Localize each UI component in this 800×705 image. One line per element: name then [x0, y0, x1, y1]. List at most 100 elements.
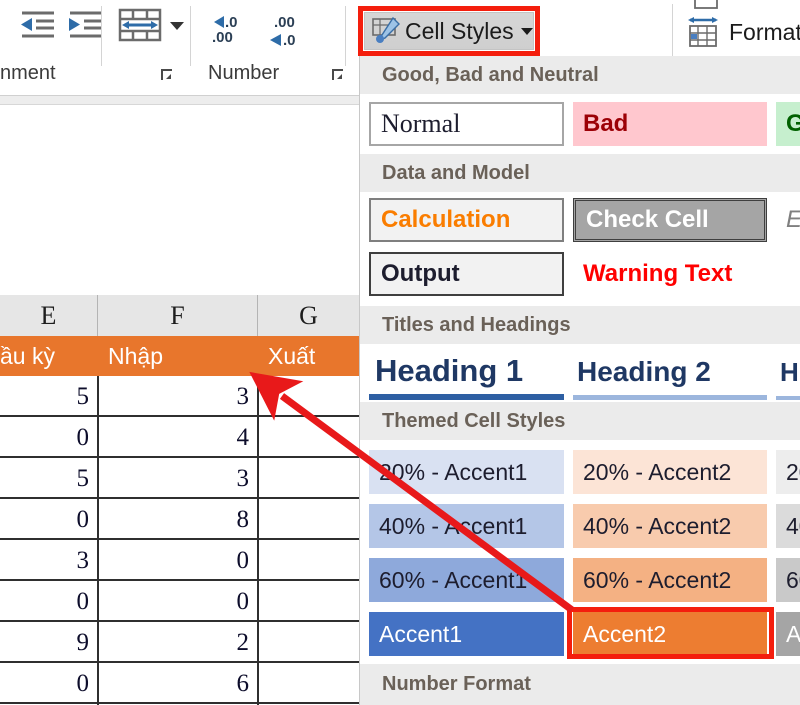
cell-styles-button[interactable]: Cell Styles	[364, 12, 534, 50]
style-label: Calculation	[381, 206, 511, 233]
style-cell-heading-3[interactable]: H	[776, 348, 800, 400]
cell-g[interactable]	[258, 622, 359, 663]
decrease-indent-icon[interactable]	[14, 6, 60, 46]
table-header-nhap[interactable]: Nhập	[98, 336, 258, 376]
style-label: 40	[786, 512, 800, 539]
style-label: 40% - Accent2	[583, 512, 732, 539]
style-cell-40-accent2[interactable]: 40% - Accent2	[573, 504, 767, 548]
dialog-launcher-icon-number[interactable]	[331, 68, 345, 82]
style-cell-heading-1[interactable]: Heading 1	[369, 348, 564, 400]
table-row[interactable]: 9 2	[0, 622, 359, 663]
style-cell-20-accent2[interactable]: 20% - Accent2	[573, 450, 767, 494]
table-row[interactable]: 0 8	[0, 499, 359, 540]
cell-g[interactable]	[258, 581, 359, 622]
cell-g[interactable]	[258, 540, 359, 581]
dialog-launcher-icon[interactable]	[160, 68, 174, 82]
style-cell-60-accent1[interactable]: 60% - Accent1	[369, 558, 564, 602]
format-icon	[686, 14, 722, 50]
cell-g[interactable]	[258, 499, 359, 540]
cell-f[interactable]: 3	[98, 458, 258, 499]
table-header-xuat[interactable]: Xuất	[258, 336, 359, 376]
style-label: Accent1	[379, 620, 463, 647]
style-label: 60% - Accent2	[583, 566, 732, 593]
svg-text:.00: .00	[212, 29, 233, 46]
style-cell-40-accent3[interactable]: 40	[776, 504, 800, 548]
cell-e[interactable]: 9	[0, 622, 98, 663]
section-header-titles-and-headings: Titles and Headings	[360, 306, 800, 344]
style-cell-heading-2[interactable]: Heading 2	[573, 348, 767, 400]
style-cell-linked-cell[interactable]	[776, 252, 800, 296]
cell-g[interactable]	[258, 376, 359, 417]
style-cell-20-accent1[interactable]: 20% - Accent1	[369, 450, 564, 494]
column-header-g[interactable]: G	[258, 295, 359, 336]
spreadsheet-area: E F G ầu kỳ Nhập Xuất 5 3 0 4 5 3 0 8 3 …	[0, 96, 359, 705]
svg-text:.00: .00	[274, 14, 295, 31]
style-label: 60	[786, 566, 800, 593]
style-cell-accent1[interactable]: Accent1	[369, 612, 564, 656]
increase-decimal-icon[interactable]: .00 .0	[266, 8, 322, 57]
decrease-decimal-icon[interactable]: .0 .00	[208, 8, 260, 57]
section-title: Good, Bad and Neutral	[382, 63, 599, 86]
cell-e[interactable]: 0	[0, 663, 98, 704]
cell-g[interactable]	[258, 417, 359, 458]
column-header-e[interactable]: E	[0, 295, 98, 336]
style-cell-good[interactable]: G	[776, 102, 800, 146]
cell-e[interactable]: 0	[0, 499, 98, 540]
cell-e[interactable]: 5	[0, 376, 98, 417]
group-label-alignment: nment	[0, 62, 56, 84]
cell-g[interactable]	[258, 663, 359, 704]
style-cell-output[interactable]: Output	[369, 252, 564, 296]
cell-f[interactable]: 3	[98, 376, 258, 417]
chevron-down-icon[interactable]	[170, 22, 184, 30]
cell-e[interactable]: 0	[0, 581, 98, 622]
table-row[interactable]: 3 0	[0, 540, 359, 581]
style-label: H	[780, 356, 799, 387]
sheet-top-band	[0, 96, 359, 105]
table-row[interactable]: 0 0	[0, 581, 359, 622]
style-cell-accent3[interactable]: A	[776, 612, 800, 656]
style-cell-40-accent1[interactable]: 40% - Accent1	[369, 504, 564, 548]
cell-f[interactable]: 4	[98, 417, 258, 458]
cell-f[interactable]: 0	[98, 581, 258, 622]
style-cell-explanatory-text[interactable]: Ex	[776, 198, 800, 242]
table-row[interactable]: 5 3	[0, 458, 359, 499]
cell-g[interactable]	[258, 458, 359, 499]
style-cell-check-cell[interactable]: Check Cell	[573, 198, 767, 242]
style-cell-bad[interactable]: Bad	[573, 102, 767, 146]
style-cell-warning-text[interactable]: Warning Text	[573, 252, 767, 296]
column-header-f[interactable]: F	[98, 295, 258, 336]
style-row: 60% - Accent1 60% - Accent2 60	[360, 558, 800, 602]
style-row: 20% - Accent1 20% - Accent2 20	[360, 450, 800, 494]
section-header-data-and-model: Data and Model	[360, 154, 800, 192]
style-cell-60-accent2[interactable]: 60% - Accent2	[573, 558, 767, 602]
merge-center-icon[interactable]	[115, 6, 165, 51]
chevron-down-icon	[520, 27, 533, 35]
section-title: Themed Cell Styles	[382, 409, 566, 432]
table-header-dau-ky[interactable]: ầu kỳ	[0, 336, 98, 376]
cell-f[interactable]: 0	[98, 540, 258, 581]
style-row: 40% - Accent1 40% - Accent2 40	[360, 504, 800, 548]
cell-e[interactable]: 5	[0, 458, 98, 499]
style-cell-accent2[interactable]: Accent2	[573, 612, 767, 656]
cell-e[interactable]: 0	[0, 417, 98, 458]
style-label: Ex	[776, 206, 800, 234]
cell-f[interactable]: 2	[98, 622, 258, 663]
style-cell-60-accent3[interactable]: 60	[776, 558, 800, 602]
style-cell-calculation[interactable]: Calculation	[369, 198, 564, 242]
style-row: Calculation Check Cell Ex	[360, 198, 800, 242]
style-label: Heading 2	[577, 355, 711, 387]
format-label: Format	[729, 18, 800, 45]
style-cell-20-accent3[interactable]: 20	[776, 450, 800, 494]
table-row[interactable]: 5 3	[0, 376, 359, 417]
style-row: Accent1 Accent2 A	[360, 612, 800, 656]
table-row[interactable]: 0 6	[0, 663, 359, 704]
style-label: Heading 1	[375, 353, 524, 388]
style-label: 20	[786, 458, 800, 485]
table-row[interactable]: 0 4	[0, 417, 359, 458]
column-header-row: E F G	[0, 295, 359, 337]
format-button[interactable]: Format	[686, 14, 800, 50]
cell-f[interactable]: 6	[98, 663, 258, 704]
cell-e[interactable]: 3	[0, 540, 98, 581]
cell-f[interactable]: 8	[98, 499, 258, 540]
style-cell-normal[interactable]: Normal	[369, 102, 564, 146]
